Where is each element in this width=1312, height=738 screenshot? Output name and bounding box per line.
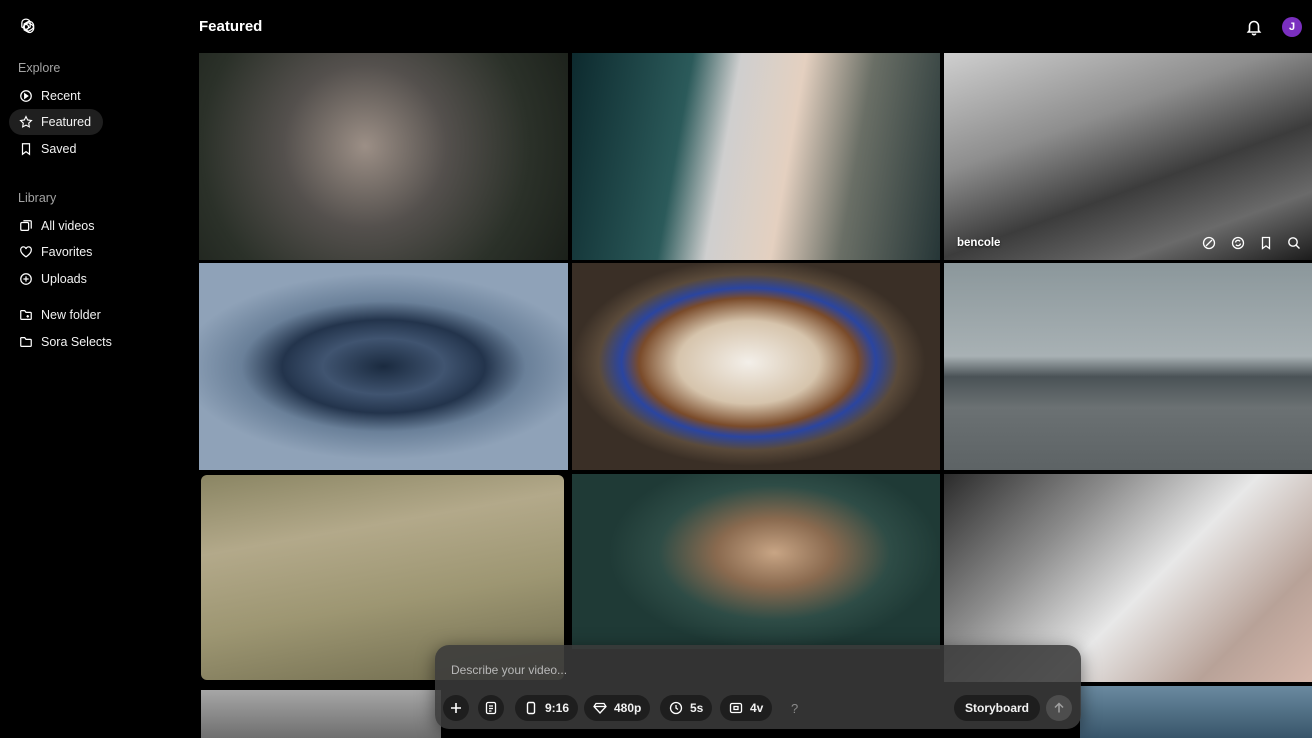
sidebar-item-favorites[interactable]: Favorites bbox=[9, 239, 103, 265]
avatar[interactable]: J bbox=[1282, 17, 1302, 37]
video-tile-hovered[interactable] bbox=[944, 53, 1312, 260]
resolution-button[interactable]: 480p bbox=[584, 695, 651, 721]
presets-button[interactable] bbox=[478, 695, 504, 721]
sidebar-item-all-videos[interactable]: All videos bbox=[9, 213, 103, 239]
new-folder-icon bbox=[20, 310, 32, 320]
sidebar-item-new-folder[interactable]: New folder bbox=[9, 302, 139, 328]
variations-button[interactable]: 4v bbox=[720, 695, 773, 721]
star-icon bbox=[19, 115, 33, 128]
library-heading: Library bbox=[18, 191, 57, 205]
storyboard-label: Storyboard bbox=[964, 701, 1029, 715]
aspect-ratio-value: 9:16 bbox=[545, 701, 570, 715]
sidebar-item-recent[interactable]: Recent bbox=[9, 83, 103, 109]
sidebar-item-featured[interactable]: Featured bbox=[9, 109, 103, 135]
grid-icon bbox=[729, 702, 743, 714]
search-icon[interactable] bbox=[1287, 236, 1301, 250]
submit-button[interactable] bbox=[1046, 695, 1072, 721]
help-icon[interactable]: ? bbox=[791, 701, 798, 716]
video-tile[interactable] bbox=[572, 474, 940, 649]
video-tile[interactable] bbox=[944, 263, 1312, 470]
video-tile[interactable] bbox=[199, 53, 568, 260]
sidebar-item-label: Featured bbox=[41, 115, 92, 129]
prompt-composer: 9:16 480p 5s 4v ? Storyboard bbox=[435, 645, 1081, 729]
bookmark-icon[interactable] bbox=[1259, 236, 1273, 250]
folder-icon bbox=[20, 337, 32, 347]
duration-value: 5s bbox=[690, 701, 704, 715]
grid-divider bbox=[566, 474, 572, 650]
sidebar-item-label: Uploads bbox=[41, 272, 87, 286]
add-button[interactable] bbox=[443, 695, 469, 721]
sidebar-item-sora-selects[interactable]: Sora Selects bbox=[9, 329, 139, 355]
portrait-icon bbox=[526, 701, 536, 715]
resolution-value: 480p bbox=[614, 701, 642, 715]
video-tile[interactable] bbox=[201, 690, 441, 738]
prompt-input[interactable] bbox=[451, 660, 931, 680]
sidebar-item-label: Recent bbox=[41, 89, 81, 103]
diamond-icon bbox=[593, 702, 607, 714]
timer-icon bbox=[669, 701, 683, 715]
duration-button[interactable]: 5s bbox=[660, 695, 713, 721]
openai-logo-icon[interactable] bbox=[16, 17, 36, 37]
video-tile[interactable] bbox=[572, 263, 940, 470]
storyboard-button[interactable]: Storyboard bbox=[954, 695, 1040, 721]
sidebar-item-label: New folder bbox=[41, 308, 101, 322]
sidebar-item-label: Saved bbox=[41, 142, 77, 156]
sidebar: Explore Recent Featured Saved Library Al… bbox=[0, 0, 190, 738]
remix-icon[interactable] bbox=[1202, 236, 1216, 250]
upload-icon bbox=[20, 273, 32, 285]
clock-icon bbox=[20, 90, 32, 102]
arrow-up-icon bbox=[1054, 702, 1064, 713]
variations-value: 4v bbox=[750, 701, 764, 715]
video-tile[interactable] bbox=[199, 263, 568, 470]
explore-heading: Explore bbox=[18, 61, 61, 75]
sidebar-item-saved[interactable]: Saved bbox=[9, 136, 103, 162]
plus-icon bbox=[451, 703, 461, 713]
aspect-ratio-button[interactable]: 9:16 bbox=[515, 695, 579, 721]
bookmark-icon bbox=[21, 143, 31, 156]
sidebar-item-label: Sora Selects bbox=[41, 335, 112, 349]
video-tile[interactable] bbox=[572, 53, 940, 260]
sidebar-item-label: All videos bbox=[41, 219, 95, 233]
sidebar-item-uploads[interactable]: Uploads bbox=[9, 266, 103, 292]
tile-author-label[interactable]: bencole bbox=[957, 237, 1000, 249]
sidebar-item-label: Favorites bbox=[41, 245, 93, 259]
preset-list-icon bbox=[485, 701, 497, 715]
page-title: Featured bbox=[199, 18, 263, 35]
video-tile[interactable] bbox=[1080, 686, 1312, 738]
loop-icon[interactable] bbox=[1231, 236, 1245, 250]
videos-icon bbox=[20, 220, 32, 231]
heart-icon bbox=[20, 246, 32, 258]
bell-icon[interactable] bbox=[1245, 18, 1263, 36]
